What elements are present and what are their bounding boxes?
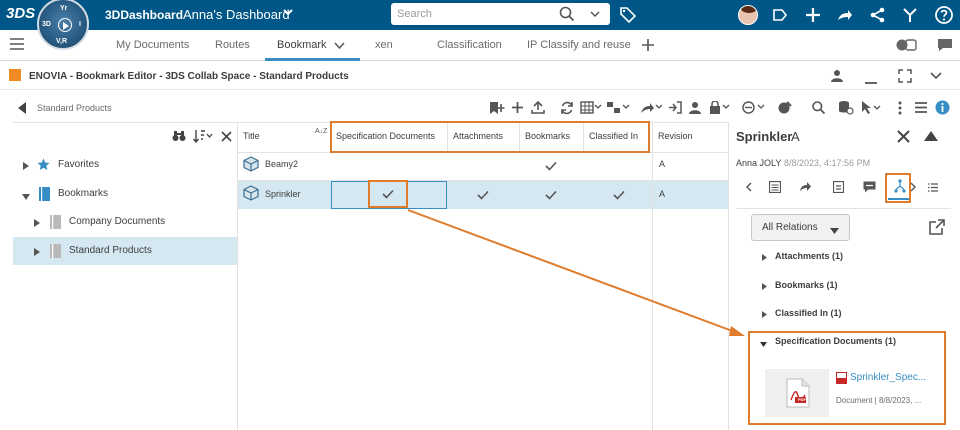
play-icon	[58, 18, 72, 32]
annotation-arrow	[407, 209, 745, 336]
compass-icon[interactable]: Yr 3D I V,R	[37, 0, 89, 50]
